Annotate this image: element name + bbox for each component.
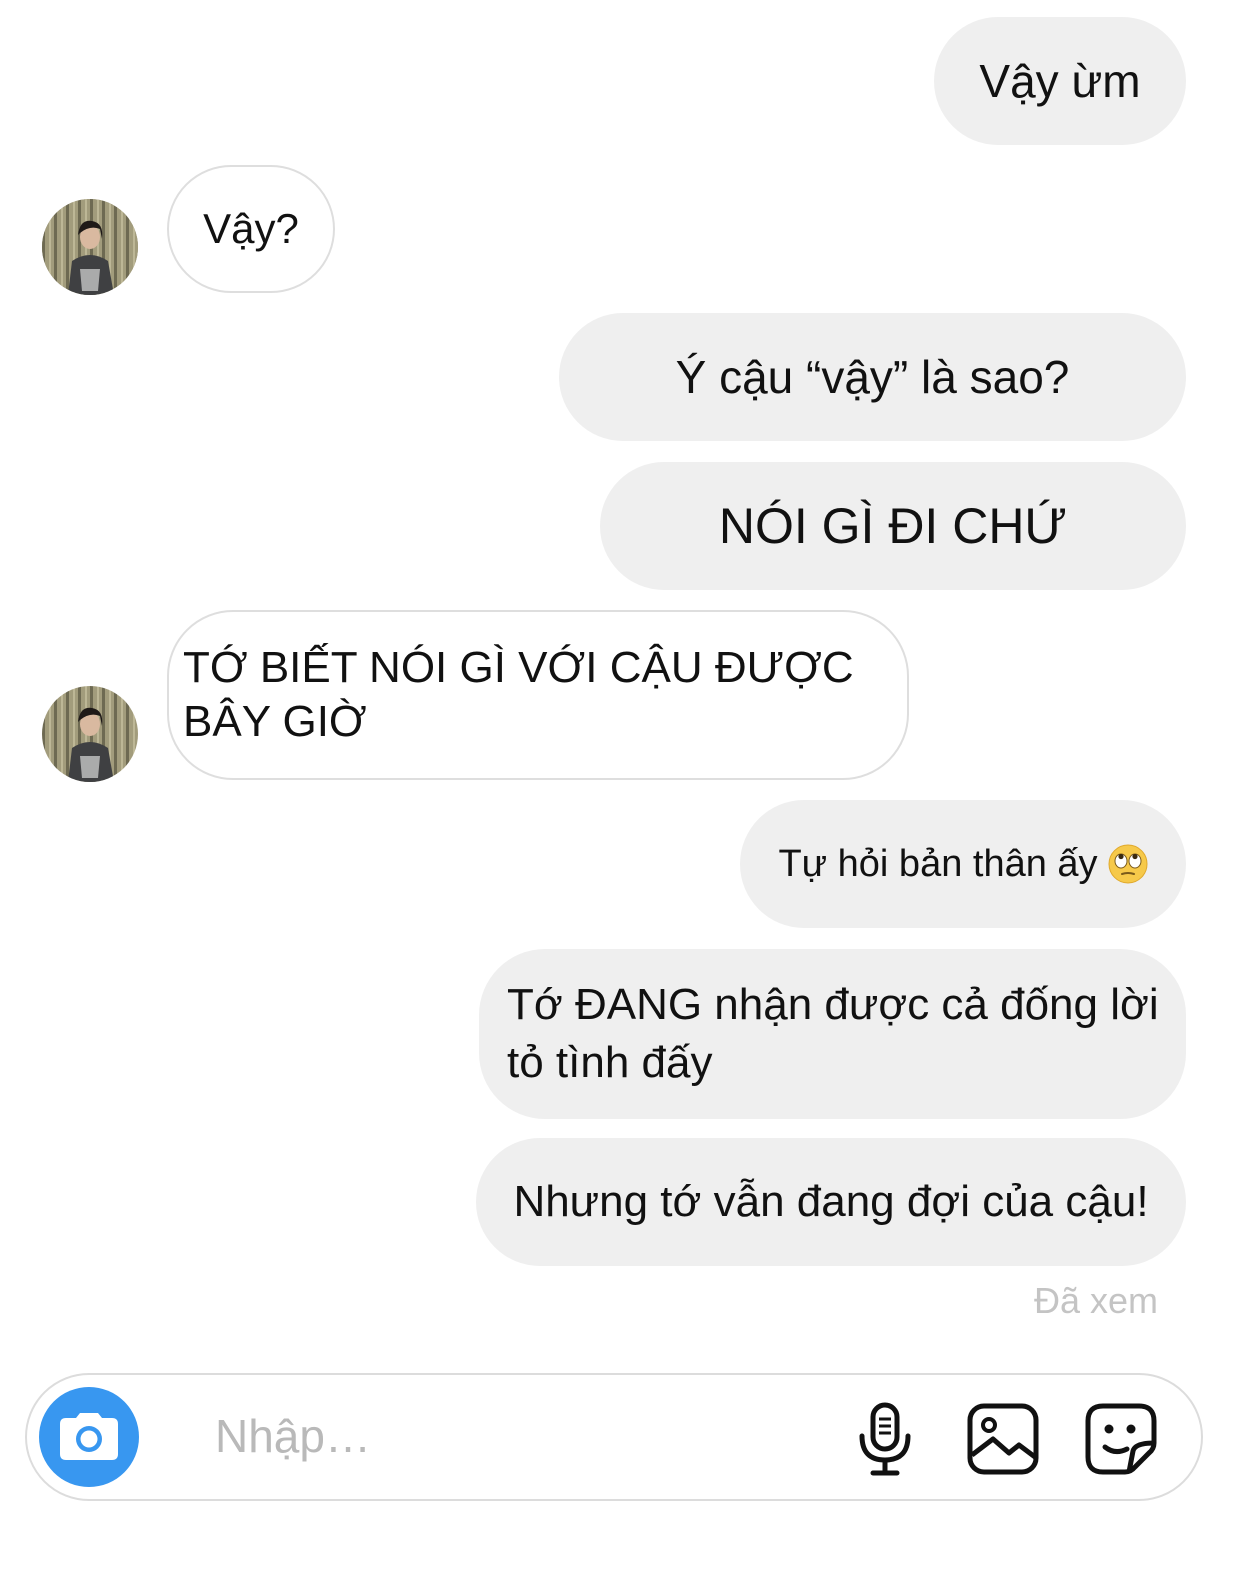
message-bubble-incoming[interactable]: TỚ BIẾT NÓI GÌ VỚI CẬU ĐƯỢC BÂY GIỜ <box>167 610 909 780</box>
microphone-icon <box>859 1402 911 1476</box>
message-text: Vậy ừm <box>979 55 1141 107</box>
message-text: Ý cậu “vậy” là sao? <box>675 351 1070 403</box>
avatar-photo <box>42 199 138 295</box>
message-bubble-outgoing[interactable]: Ý cậu “vậy” là sao? <box>559 313 1186 441</box>
message-bubble-outgoing[interactable]: Tớ ĐANG nhận được cả đống lời tỏ tình đấ… <box>479 949 1186 1119</box>
message-composer <box>25 1373 1203 1501</box>
message-bubble-outgoing[interactable]: Vậy ừm <box>934 17 1186 145</box>
message-text: Tự hỏi bản thân ấy <box>778 842 1098 885</box>
message-text: Nhưng tớ vẫn đang đợi của cậu! <box>513 1177 1149 1226</box>
message-text: Vậy? <box>203 205 299 252</box>
message-text: TỚ BIẾT NÓI GÌ VỚI CẬU ĐƯỢC BÂY GIỜ <box>183 643 854 746</box>
image-gallery-icon <box>967 1403 1039 1475</box>
sticker-icon <box>1085 1403 1157 1475</box>
message-text: NÓI GÌ ĐI CHỨ <box>718 498 1068 554</box>
seen-status: Đã xem <box>1033 1280 1158 1321</box>
eye-roll-emoji-icon <box>1108 844 1148 884</box>
avatar-photo <box>42 686 138 782</box>
message-bubble-outgoing[interactable]: Nhưng tớ vẫn đang đợi của cậu! <box>476 1138 1186 1266</box>
gallery-button[interactable] <box>965 1401 1041 1477</box>
message-text: Tớ ĐANG nhận được cả đống lời tỏ tình đấ… <box>507 980 1159 1087</box>
message-bubble-incoming[interactable]: Vậy? <box>167 165 335 293</box>
microphone-button[interactable] <box>847 1401 923 1477</box>
message-bubble-outgoing[interactable]: Tự hỏi bản thân ấy <box>740 800 1186 928</box>
sticker-button[interactable] <box>1083 1401 1159 1477</box>
message-bubble-outgoing[interactable]: NÓI GÌ ĐI CHỨ <box>600 462 1186 590</box>
contact-avatar[interactable] <box>42 199 138 295</box>
contact-avatar[interactable] <box>42 686 138 782</box>
message-input[interactable] <box>215 1405 815 1467</box>
camera-icon <box>60 1413 118 1460</box>
camera-button[interactable] <box>39 1387 139 1487</box>
